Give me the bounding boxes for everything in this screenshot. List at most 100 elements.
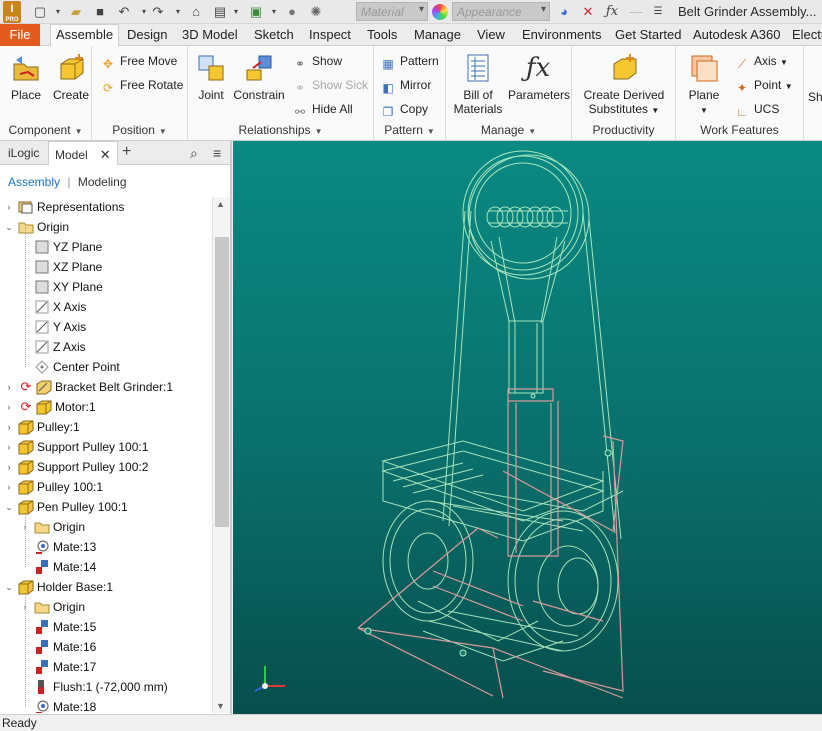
appearance-sphere-icon[interactable]	[432, 4, 448, 20]
open-icon[interactable]: ▰	[68, 4, 84, 20]
panel-label-pattern[interactable]: Pattern ▼	[374, 123, 445, 137]
update-icon[interactable]: ●	[284, 4, 300, 20]
axis-button[interactable]: ⟋ Axis ▼	[734, 52, 788, 71]
tree-item-xz-plane[interactable]: XZ Plane	[0, 257, 212, 277]
tab-environments[interactable]: Environments	[522, 27, 601, 42]
panel-label-relationships[interactable]: Relationships ▼	[188, 123, 373, 137]
tree-item-mate-16[interactable]: Mate:16	[0, 637, 212, 657]
tree-item-y-axis[interactable]: Y Axis	[0, 317, 212, 337]
menu-icon[interactable]: ≡	[213, 145, 221, 161]
tree-item-pulley[interactable]: › Pulley:1	[0, 417, 212, 437]
show-panel-button[interactable]: Sh	[808, 88, 822, 106]
scroll-up-icon[interactable]: ▲	[216, 199, 225, 209]
panel-label-position[interactable]: Position ▼	[92, 123, 187, 137]
tab-design[interactable]: Design	[127, 27, 167, 42]
tree-item-support-pulley-1[interactable]: › Support Pulley 100:1	[0, 437, 212, 457]
tab-inspect[interactable]: Inspect	[309, 27, 351, 42]
material-select[interactable]: Material ▾	[356, 2, 428, 21]
settings-wheel-icon[interactable]: ✺	[308, 4, 324, 20]
expand-icon[interactable]: ›	[4, 417, 14, 437]
bill-of-materials-button[interactable]: Bill of Materials	[450, 52, 506, 116]
modeling-view-link[interactable]: Modeling	[78, 175, 127, 189]
tree-item-mate-18[interactable]: Mate:18	[0, 697, 212, 713]
tree-item-motor[interactable]: › ⟳ Motor:1	[0, 397, 212, 417]
panel-label-productivity[interactable]: Productivity	[572, 123, 675, 137]
point-button[interactable]: ✦ Point ▼	[734, 76, 793, 95]
redo-icon[interactable]: ↷	[150, 4, 166, 20]
tree-item-pen-pulley-origin[interactable]: › Origin	[0, 517, 212, 537]
tab-ilogic[interactable]: iLogic	[8, 146, 39, 160]
panel-label-component[interactable]: Component ▼	[0, 123, 91, 137]
select-icon[interactable]: ▣	[248, 4, 264, 20]
plane-button[interactable]: Plane ▼	[684, 52, 724, 118]
belt-grinder-model[interactable]	[233, 141, 822, 714]
inventor-logo[interactable]: I PRO	[3, 1, 21, 23]
tree-item-bracket-belt-grinder[interactable]: › ⟳ Bracket Belt Grinder:1	[0, 377, 212, 397]
expand-icon[interactable]: ›	[4, 477, 14, 497]
panel-label-manage[interactable]: Manage ▼	[446, 123, 571, 137]
collapse-icon[interactable]: ⌄	[4, 577, 14, 597]
assembly-view-link[interactable]: Assembly	[8, 175, 60, 189]
expand-icon[interactable]: ›	[4, 437, 14, 457]
new-icon[interactable]: ▢	[32, 4, 48, 20]
hide-all-button[interactable]: ⚯ Hide All	[292, 100, 353, 119]
search-icon[interactable]: ⌕	[190, 145, 198, 162]
adjust-icon[interactable]: ◕	[556, 4, 572, 20]
copy-button[interactable]: ❐ Copy	[380, 100, 428, 119]
tree-item-center-point[interactable]: Center Point	[0, 357, 212, 377]
joint-button[interactable]: Joint	[194, 52, 228, 102]
select-dropdown-icon[interactable]: ▾	[266, 4, 282, 20]
panel-label-work-features[interactable]: Work Features	[676, 123, 803, 137]
tree-item-mate-14[interactable]: Mate:14	[0, 557, 212, 577]
graphics-window[interactable]	[233, 141, 822, 714]
tab-manage[interactable]: Manage	[414, 27, 461, 42]
tab-autodesk-a360[interactable]: Autodesk A360	[693, 27, 780, 42]
new-dropdown-icon[interactable]: ▾	[50, 4, 66, 20]
fx-icon[interactable]: ƒx	[604, 4, 620, 20]
scroll-thumb[interactable]	[215, 237, 229, 527]
create-button[interactable]: Create	[52, 52, 90, 102]
tree-item-pulley-100[interactable]: › Pulley 100:1	[0, 477, 212, 497]
tree-item-holder-base-origin[interactable]: › Origin	[0, 597, 212, 617]
tree-item-x-axis[interactable]: X Axis	[0, 297, 212, 317]
mirror-button[interactable]: ◧ Mirror	[380, 76, 431, 95]
browser-scrollbar[interactable]: ▲ ▼	[212, 197, 230, 713]
collapse-icon[interactable]: ⌄	[4, 217, 14, 237]
clear-appearance-icon[interactable]: ✕	[580, 4, 596, 20]
tab-tools[interactable]: Tools	[367, 27, 397, 42]
tab-assemble[interactable]: Assemble	[50, 24, 120, 47]
free-move-button[interactable]: ✥ Free Move	[100, 52, 177, 71]
redo-dropdown-icon[interactable]: ▾	[170, 4, 186, 20]
home-icon[interactable]: ⌂	[188, 4, 204, 20]
pattern-button[interactable]: ▦ Pattern	[380, 52, 438, 71]
undo-icon[interactable]: ↶	[116, 4, 132, 20]
tab-electromechanical[interactable]: Electr	[792, 27, 822, 42]
tree-item-xy-plane[interactable]: XY Plane	[0, 277, 212, 297]
tree-item-mate-17[interactable]: Mate:17	[0, 657, 212, 677]
expand-icon[interactable]: ›	[4, 377, 14, 397]
appearance-select[interactable]: Appearance ▾	[452, 2, 550, 21]
expand-icon[interactable]: ›	[4, 457, 14, 477]
constrain-button[interactable]: Constrain	[232, 52, 286, 102]
tab-view[interactable]: View	[477, 27, 505, 42]
tree-item-holder-base[interactable]: ⌄ Holder Base:1	[0, 577, 212, 597]
close-icon[interactable]: ✕	[100, 147, 111, 162]
tree-item-support-pulley-2[interactable]: › Support Pulley 100:2	[0, 457, 212, 477]
show-button[interactable]: ⚭ Show	[292, 52, 342, 71]
tab-3d-model[interactable]: 3D Model	[182, 27, 238, 42]
tree-item-flush-1[interactable]: Flush:1 (-72,000 mm)	[0, 677, 212, 697]
add-browser-icon[interactable]: +	[122, 143, 131, 161]
tab-get-started[interactable]: Get Started	[615, 27, 681, 42]
tree-item-pen-pulley-100[interactable]: ⌄ Pen Pulley 100:1	[0, 497, 212, 517]
place-button[interactable]: Place	[6, 52, 46, 102]
expand-icon[interactable]: ›	[4, 197, 14, 217]
print-icon[interactable]: ▤	[212, 4, 228, 20]
tab-model[interactable]: Model ✕	[48, 141, 118, 165]
tree-item-origin[interactable]: ⌄ Origin	[0, 217, 212, 237]
save-icon[interactable]: ■	[92, 4, 108, 20]
show-sick-button[interactable]: ⚭ Show Sick	[292, 76, 368, 95]
scroll-down-icon[interactable]: ▼	[216, 701, 225, 711]
expand-icon[interactable]: ›	[4, 397, 14, 417]
tree-item-yz-plane[interactable]: YZ Plane	[0, 237, 212, 257]
collapse-icon[interactable]: ⌄	[4, 497, 14, 517]
